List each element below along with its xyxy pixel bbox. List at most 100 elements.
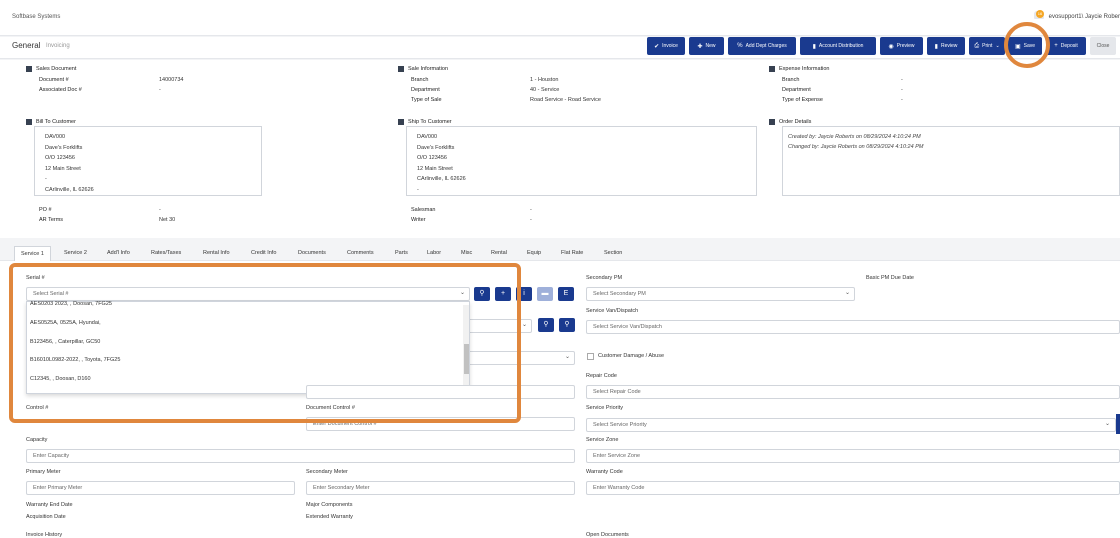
address-line: - <box>417 186 419 193</box>
search-button-2[interactable]: ⚲ <box>559 318 575 332</box>
service-priority-select[interactable]: Select Service Priority <box>586 418 1116 432</box>
tab-flat-rate[interactable]: Flat Rate <box>555 246 589 261</box>
capacity-input[interactable]: Enter Capacity <box>26 449 575 463</box>
address-line: O/O 123456 <box>45 155 75 161</box>
secondary-meter-label: Secondary Meter <box>306 469 348 475</box>
primary-meter-label: Primary Meter <box>26 469 61 475</box>
chevron-down-icon: ⌄ <box>995 43 1000 49</box>
tab-labor[interactable]: Labor <box>421 246 447 261</box>
ar-terms-value: Net 30 <box>159 217 176 223</box>
chevron-down-icon: ⌄ <box>522 322 528 328</box>
preview-button[interactable]: ◉ Preview <box>880 37 923 55</box>
user-name[interactable]: evosupport1\ Jaycie Rober <box>1049 14 1120 20</box>
tab-service-2[interactable]: Service 2 <box>58 246 93 261</box>
folder-button[interactable]: ▬ <box>537 287 553 301</box>
invoice-button[interactable]: ✔ Invoice <box>647 37 685 55</box>
plus-icon: + <box>1054 43 1058 49</box>
associated-doc-label: Associated Doc # <box>39 87 82 93</box>
type-of-sale-value: Road Service - Road Service <box>530 97 601 103</box>
invoice-history-label: Invoice History <box>26 532 63 538</box>
bill-to-address: DAV000 Dave's Forklifts O/O 123456 12 Ma… <box>34 126 262 196</box>
document-number-label: Document # <box>39 77 69 83</box>
address-line: - <box>45 176 47 182</box>
address-line: Dave's Forklifts <box>417 144 455 151</box>
chevron-down-icon: ⌄ <box>565 354 571 360</box>
service-priority-label: Service Priority <box>586 405 623 411</box>
major-components-label: Major Components <box>306 502 353 508</box>
salesman-value: - <box>530 207 532 213</box>
sale-information-heading: Sale Information <box>398 66 448 72</box>
address-line: DAV000 <box>45 134 66 140</box>
expense-branch-label: Branch <box>782 77 800 83</box>
deposit-button[interactable]: + Deposit <box>1046 37 1086 55</box>
chevron-down-icon: ⌄ <box>845 290 851 296</box>
tab-parts[interactable]: Parts <box>389 246 414 261</box>
tab-rental-info[interactable]: Rental Info <box>197 246 236 261</box>
secondary-pm-select[interactable]: Select Secondary PM <box>586 287 855 301</box>
capacity-label: Capacity <box>26 437 48 443</box>
edit-icon: E <box>563 290 569 297</box>
writer-label: Writer <box>411 217 426 223</box>
warranty-code-input[interactable]: Enter Warranty Code <box>586 481 1120 495</box>
address-line: CArlinville, IL 62626 <box>45 186 94 193</box>
po-label: PO # <box>39 207 52 213</box>
department-label: Department <box>411 87 440 93</box>
tab-equip[interactable]: Equip <box>521 246 547 261</box>
print-button[interactable]: ⎙ Print ⌄ <box>969 37 1005 55</box>
secondary-meter-input[interactable]: Enter Secondary Meter <box>306 481 575 495</box>
address-line: Dave's Forklifts <box>45 144 83 151</box>
order-details-box: Created by: Jaycie Roberts on 08/29/2024… <box>782 126 1120 196</box>
info-icon: i <box>523 290 525 297</box>
expense-department-label: Department <box>782 87 811 93</box>
search-icon: ⚲ <box>543 321 549 328</box>
add-dept-charges-button[interactable]: % Add Dept Charges <box>728 37 796 55</box>
po-value: - <box>159 207 161 213</box>
document-number-value: 14000734 <box>159 77 184 83</box>
review-button[interactable]: ▮ Review <box>927 37 965 55</box>
tab-comments[interactable]: Comments <box>341 246 380 261</box>
tab-documents[interactable]: Documents <box>292 246 332 261</box>
top-bar <box>0 0 1120 36</box>
address-line: O/O 123456 <box>417 155 447 161</box>
address-line: DAV000 <box>417 134 438 140</box>
tab-credit-info[interactable]: Credit Info <box>245 246 282 261</box>
type-of-sale-label: Type of Sale <box>411 97 442 103</box>
close-button[interactable]: Close <box>1090 37 1116 55</box>
eye-icon: ◉ <box>888 43 894 50</box>
address-line: 12 Main Street <box>45 165 81 172</box>
salesman-label: Salesman <box>411 207 436 213</box>
service-zone-label: Service Zone <box>586 437 619 443</box>
customer-damage-checkbox[interactable] <box>587 353 594 360</box>
acquisition-date-label: Acquisition Date <box>26 514 66 520</box>
sales-document-heading: Sales Document <box>26 66 76 72</box>
account-distribution-button[interactable]: ▮ Account Distribution <box>800 37 876 55</box>
new-button[interactable]: ✚ New <box>689 37 724 55</box>
expense-information-heading: Expense Information <box>769 66 829 72</box>
document-icon: ▮ <box>934 43 938 50</box>
folder-icon: ▬ <box>541 290 549 297</box>
tab-rental[interactable]: Rental <box>485 246 513 261</box>
primary-meter-input[interactable]: Enter Primary Meter <box>26 481 295 495</box>
tab-rates-taxes[interactable]: Rates/Taxes <box>145 246 187 261</box>
edit-button[interactable]: E <box>558 287 574 301</box>
printer-icon: ⎙ <box>974 42 980 49</box>
repair-code-label: Repair Code <box>586 373 617 379</box>
service-van-select[interactable]: Select Service Van/Dispatch <box>586 320 1120 334</box>
address-line: CArlinville, IL 62626 <box>417 176 466 182</box>
warranty-end-label: Warranty End Date <box>26 502 73 508</box>
tab-misc[interactable]: Misc <box>455 246 478 261</box>
user-icon <box>26 66 32 72</box>
tab-section[interactable]: Section <box>598 246 628 261</box>
tab-addl-info[interactable]: Add'l Info <box>101 246 136 261</box>
bill-to-heading: Bill To Customer <box>26 119 76 125</box>
open-documents-label: Open Documents <box>586 532 629 538</box>
ship-to-heading: Ship To Customer <box>398 119 452 125</box>
service-zone-input[interactable]: Enter Service Zone <box>586 449 1120 463</box>
warranty-code-label: Warranty Code <box>586 469 623 475</box>
tab-service-1[interactable]: Service 1 <box>14 246 51 261</box>
app-name: Softbase Systems <box>12 14 61 20</box>
repair-code-select[interactable]: Select Repair Code <box>586 385 1120 399</box>
expense-branch-value: - <box>901 77 903 83</box>
side-accent <box>1116 414 1120 434</box>
search-button[interactable]: ⚲ <box>538 318 554 332</box>
